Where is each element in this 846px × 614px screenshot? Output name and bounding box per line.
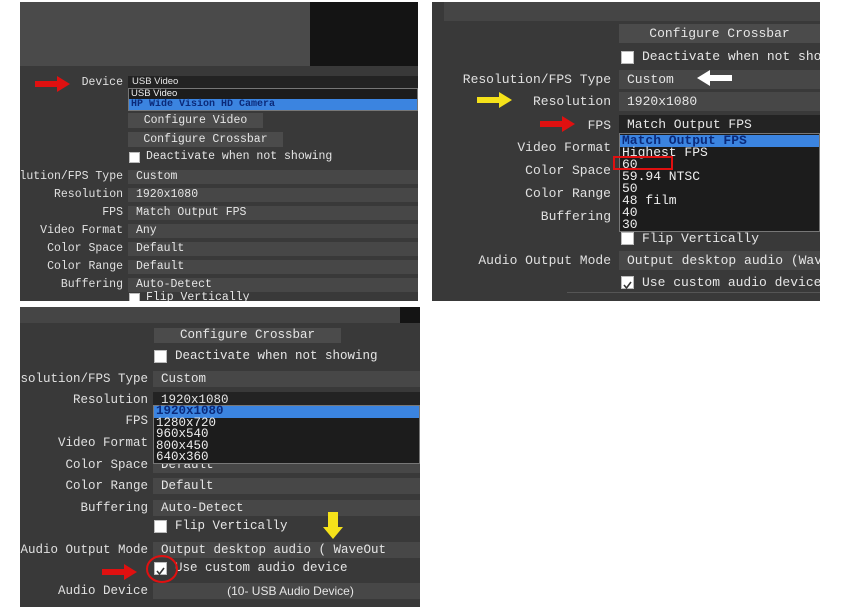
buffering-select[interactable]: Auto-Detect <box>128 278 418 292</box>
deactivate-checkbox[interactable] <box>621 51 634 64</box>
resolution-label: Resolution <box>72 393 148 407</box>
buffering-label: Buffering <box>80 501 148 515</box>
fps-label: FPS <box>102 206 123 219</box>
resolution-label: Resolution <box>532 94 611 109</box>
buffering-label: Buffering <box>60 278 123 291</box>
device-label: Device <box>81 76 123 89</box>
configure-crossbar-button[interactable]: Configure Crossbar <box>128 132 283 147</box>
color-range-select[interactable]: Default <box>128 260 418 274</box>
preview-area <box>20 2 310 66</box>
color-range-label: Color Range <box>525 186 611 201</box>
red-circle-highlight <box>146 555 178 583</box>
fps-option[interactable]: 30 <box>622 218 819 231</box>
deactivate-label: Deactivate when not showing <box>175 349 378 363</box>
res-type-select[interactable]: Custom <box>153 371 420 387</box>
audio-device-label: Audio Device <box>57 584 148 598</box>
fps-select[interactable]: Match Output FPS <box>619 115 820 134</box>
screenshot-device-panel: Device USB Video USB Video HP Wide Visio… <box>20 2 418 301</box>
bottom-divider <box>567 292 820 293</box>
device-option-selected[interactable]: HP Wide Vision HD Camera <box>129 99 417 110</box>
color-space-label: Color Space <box>525 163 611 178</box>
top-strip <box>20 307 400 323</box>
res-type-select[interactable]: Custom <box>128 170 418 184</box>
res-type-label: Resolution/FPS Type <box>20 372 148 386</box>
buffering-label: Buffering <box>540 209 611 224</box>
audio-mode-select[interactable]: Output desktop audio (WaveOut) <box>619 251 820 270</box>
color-range-label: Color Range <box>47 260 123 273</box>
flip-label: Flip Vertically <box>642 231 760 246</box>
deactivate-checkbox[interactable] <box>154 350 167 363</box>
custom-audio-label: Use custom audio device <box>642 275 820 290</box>
deactivate-label: Deactivate when not showing <box>642 49 820 64</box>
yellow-down-arrow-icon <box>323 512 343 539</box>
flip-label: Flip Vertically <box>146 291 250 301</box>
video-format-select[interactable]: Any <box>128 224 418 238</box>
flip-checkbox[interactable] <box>129 293 140 301</box>
red-arrow-icon <box>35 76 70 92</box>
deactivate-label: Deactivate when not showing <box>146 150 333 163</box>
video-format-label: Video Format <box>517 140 611 155</box>
red-arrow-icon <box>102 564 137 580</box>
color-space-label: Color Space <box>65 458 148 472</box>
yellow-arrow-icon <box>477 92 512 108</box>
highlight-box-60 <box>613 156 673 170</box>
audio-mode-label: Audio Output Mode <box>478 253 611 268</box>
color-space-select[interactable]: Default <box>128 242 418 256</box>
color-range-label: Color Range <box>65 479 148 493</box>
preview-video <box>400 307 420 323</box>
fps-label: FPS <box>125 414 148 428</box>
fps-option[interactable]: 40 <box>622 206 819 219</box>
fps-option[interactable]: 48 film <box>622 194 819 207</box>
resolution-dropdown: 1920x1080 1280x720 960x540 800x450 640x360 <box>153 405 420 464</box>
video-format-label: Video Format <box>40 224 123 237</box>
fps-option[interactable]: 59.94 NTSC <box>622 170 819 183</box>
flip-checkbox[interactable] <box>621 232 634 245</box>
fps-dropdown: Match Output FPS Highest FPS 60 59.94 NTSC 5… <box>619 133 820 232</box>
red-arrow-icon <box>540 116 575 132</box>
deactivate-checkbox[interactable] <box>129 152 140 163</box>
white-arrow-icon <box>697 70 732 86</box>
res-type-label: Resolution/FPS Type <box>20 170 123 183</box>
buffering-select[interactable]: Auto-Detect <box>153 500 420 516</box>
screenshot-resolution-panel: Configure Crossbar Deactivate when not s… <box>20 307 420 607</box>
resolution-option[interactable]: 640x360 <box>156 451 419 464</box>
audio-mode-label: Audio Output Mode <box>20 543 148 557</box>
custom-audio-checkbox[interactable] <box>621 276 634 290</box>
resolution-label: Resolution <box>53 188 123 201</box>
res-type-label: Resolution/FPS Type <box>462 72 611 87</box>
top-strip <box>444 2 820 21</box>
audio-device-select[interactable]: (10- USB Audio Device) <box>153 583 420 599</box>
color-space-label: Color Space <box>47 242 123 255</box>
configure-crossbar-button[interactable]: Configure Crossbar <box>619 24 820 43</box>
audio-mode-select[interactable]: Output desktop audio ( WaveOut <box>153 542 420 558</box>
resolution-select[interactable]: 1920x1080 <box>619 92 820 111</box>
video-format-label: Video Format <box>57 436 148 450</box>
fps-label: FPS <box>587 118 611 133</box>
preview-video <box>310 2 418 66</box>
fps-select[interactable]: Match Output FPS <box>128 206 418 220</box>
device-select[interactable]: USB Video <box>128 76 418 88</box>
configure-crossbar-button[interactable]: Configure Crossbar <box>154 328 341 343</box>
screenshot-fps-panel: Configure Crossbar Deactivate when not s… <box>432 2 820 301</box>
device-dropdown: USB Video HP Wide Vision HD Camera <box>128 88 418 111</box>
custom-audio-label: Use custom audio device <box>175 561 348 575</box>
resolution-select[interactable]: 1920x1080 <box>128 188 418 202</box>
flip-checkbox[interactable] <box>154 520 167 533</box>
configure-video-button[interactable]: Configure Video <box>128 113 263 128</box>
device-option[interactable]: USB Video <box>131 89 417 99</box>
check-icon <box>623 281 632 290</box>
flip-label: Flip Vertically <box>175 519 288 533</box>
color-range-select[interactable]: Default <box>153 478 420 494</box>
